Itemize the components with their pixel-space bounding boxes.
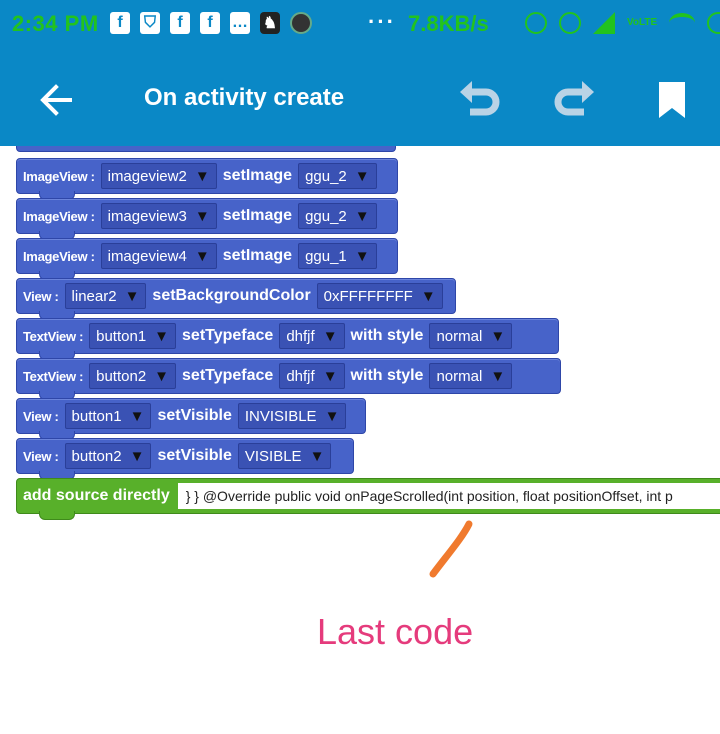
undo-icon[interactable] bbox=[456, 78, 502, 122]
facebook-icon: f bbox=[110, 12, 130, 34]
block-editor-canvas[interactable]: ImageView : imageview2 ▼ setImage ggu_2 ▼ … bbox=[0, 146, 720, 734]
notification-icons: f ⛉ f f … ♞ bbox=[110, 12, 312, 34]
wifi-icon bbox=[669, 13, 696, 33]
status-time: 2:34 PM bbox=[12, 11, 99, 36]
back-arrow-icon[interactable] bbox=[36, 80, 76, 120]
status-bar: 2:34 PM f ⛉ f f … ♞ ··· 7.8KB/s VoLTE 72 bbox=[0, 0, 720, 50]
alarm-icon bbox=[559, 12, 581, 34]
annotation-text: Last code bbox=[317, 611, 474, 652]
facebook-icon: f bbox=[170, 12, 190, 34]
shield-icon: ⛉ bbox=[140, 12, 160, 34]
screen-title: On activity create bbox=[144, 84, 345, 111]
more-notifications-icon: ··· bbox=[368, 9, 396, 34]
message-icon: … bbox=[230, 12, 250, 34]
data-saver-icon bbox=[525, 12, 547, 34]
volte-indicator: VoLTE bbox=[627, 17, 658, 28]
system-icons: VoLTE 72 bbox=[525, 12, 720, 34]
redo-icon[interactable] bbox=[552, 78, 598, 122]
battery-icon: 72 bbox=[707, 12, 720, 34]
bookmark-icon[interactable] bbox=[657, 80, 687, 120]
signal-icon bbox=[593, 12, 615, 34]
network-speed: 7.8KB/s bbox=[408, 11, 489, 36]
app-notification-icon: ♞ bbox=[260, 12, 280, 34]
facebook-icon: f bbox=[200, 12, 220, 34]
app-bar: On activity create bbox=[0, 50, 720, 146]
camera-app-icon bbox=[290, 12, 312, 34]
